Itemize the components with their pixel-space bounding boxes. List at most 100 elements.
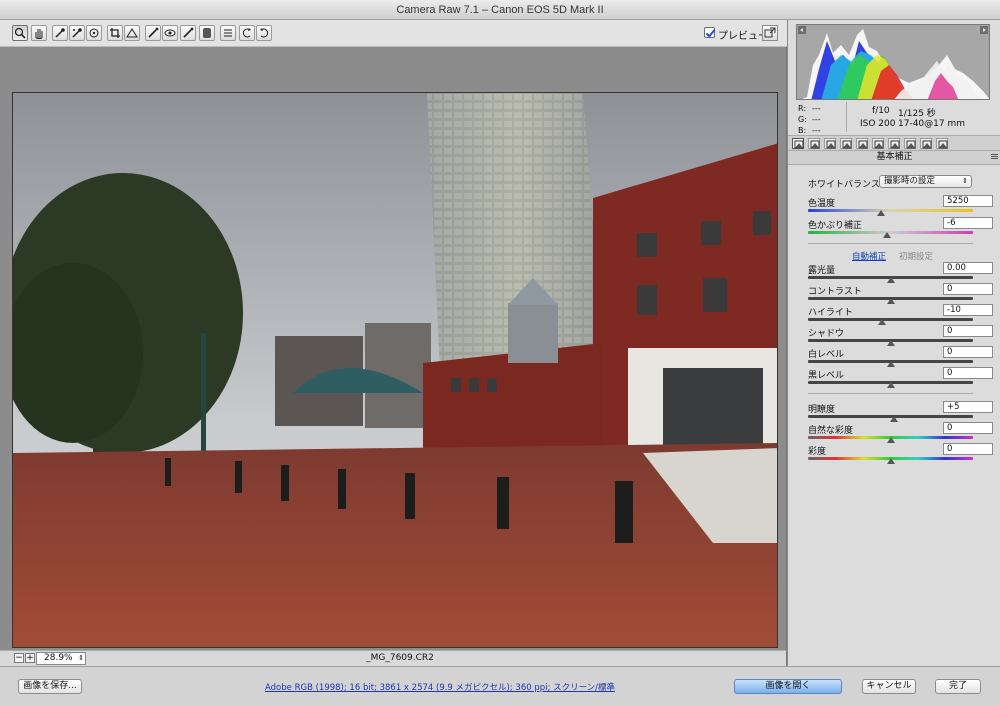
panel-menu-icon[interactable] <box>991 154 998 161</box>
shadow-clipping-toggle[interactable] <box>798 26 806 34</box>
panel-title: 基本補正 <box>788 151 1000 165</box>
hsl-icon <box>842 140 852 149</box>
basic-icon <box>794 140 804 149</box>
fullscreen-button[interactable] <box>762 25 778 41</box>
tab-camera-calibration[interactable] <box>904 138 916 149</box>
tab-tone-curve[interactable] <box>808 138 820 149</box>
adjustment-brush-tool[interactable] <box>180 25 196 41</box>
tab-detail[interactable] <box>824 138 836 149</box>
brush-icon <box>148 27 159 38</box>
slider-label: ハイライト <box>808 308 853 318</box>
default-link[interactable]: 初期設定 <box>899 250 933 262</box>
slider-thumb[interactable] <box>886 437 895 443</box>
preview-label: プレビュー <box>718 31 768 42</box>
slider-label: 彩度 <box>808 447 827 457</box>
sampler-icon <box>72 28 82 38</box>
slider-value-input[interactable]: 0 <box>943 422 993 434</box>
rgb-readout-row: B: --- <box>798 126 826 135</box>
gradient-icon <box>203 28 211 38</box>
red-eye-tool[interactable] <box>162 25 178 41</box>
tab-lens-corrections[interactable] <box>872 138 884 149</box>
tab-hsl[interactable] <box>840 138 852 149</box>
slider-row: ハイライト -10 <box>808 304 993 325</box>
tab-split-toning[interactable] <box>856 138 868 149</box>
white-balance-tool[interactable] <box>52 25 68 41</box>
slider-row: 自然な彩度 0 <box>808 422 993 443</box>
slider-value-input[interactable]: 0 <box>943 283 993 295</box>
tab-basic[interactable] <box>792 138 804 149</box>
stepper-arrows-icon: ⇕ <box>78 654 84 662</box>
slider-value-input[interactable]: 5250 <box>943 195 993 207</box>
hand-tool[interactable] <box>31 25 47 41</box>
eye-icon <box>164 29 176 37</box>
slider-label: 明瞭度 <box>808 405 836 415</box>
open-image-button[interactable]: 画像を開く <box>734 679 842 694</box>
cancel-button[interactable]: キャンセル <box>862 679 916 694</box>
slider-thumb[interactable] <box>889 416 898 422</box>
slider-value-input[interactable]: -6 <box>943 217 993 229</box>
slider-track[interactable] <box>808 209 973 212</box>
white-balance-select[interactable]: 撮影時の設定 ⇕ <box>879 175 972 188</box>
bottom-bar: 画像を保存... Adobe RGB (1998); 16 bit; 3861 … <box>0 666 1000 705</box>
spot-removal-tool[interactable] <box>145 25 161 41</box>
slider-value-input[interactable]: -10 <box>943 304 993 316</box>
crop-tool[interactable] <box>107 25 123 41</box>
slider-value-input[interactable]: 0 <box>943 443 993 455</box>
tab-effects[interactable] <box>888 138 900 149</box>
slider-thumb[interactable] <box>886 277 895 283</box>
section-divider <box>808 393 973 394</box>
window-title: Camera Raw 7.1 – Canon EOS 5D Mark II <box>0 0 1000 20</box>
tab-snapshots[interactable] <box>936 138 948 149</box>
done-button[interactable]: 完了 <box>935 679 981 694</box>
highlight-clipping-toggle[interactable] <box>980 26 988 34</box>
toolbar: プレビュー <box>0 20 787 47</box>
slider-thumb[interactable] <box>886 361 895 367</box>
image-canvas[interactable] <box>0 47 787 650</box>
rgb-channel-value: --- <box>812 126 821 135</box>
snapshots-icon <box>938 140 948 149</box>
slider-track[interactable] <box>808 318 973 321</box>
zoom-level-select[interactable]: 28.9% ⇕ <box>36 652 86 665</box>
preview-checkbox[interactable] <box>704 27 715 38</box>
slider-row: 色かぶり補正 -6 <box>808 217 993 238</box>
rgb-channel-value: --- <box>812 104 821 113</box>
slider-value-input[interactable]: 0 <box>943 367 993 379</box>
slider-thumb[interactable] <box>886 458 895 464</box>
rotate-left-icon <box>242 28 251 38</box>
color-sampler-tool[interactable] <box>69 25 85 41</box>
rotate-cw-tool[interactable] <box>256 25 272 41</box>
slider-value-input[interactable]: 0.00 <box>943 262 993 274</box>
histogram <box>796 24 990 100</box>
slider-label: 白レベル <box>808 350 845 360</box>
slider-thumb[interactable] <box>886 382 895 388</box>
slider-thumb[interactable] <box>878 319 887 325</box>
slider-label: コントラスト <box>808 287 862 297</box>
rotate-ccw-tool[interactable] <box>239 25 255 41</box>
slider-value-input[interactable]: 0 <box>943 346 993 358</box>
magnifier-icon <box>14 27 26 39</box>
meta-divider <box>846 102 847 132</box>
slider-value-input[interactable]: 0 <box>943 325 993 337</box>
graduated-filter-tool[interactable] <box>199 25 215 41</box>
zoom-out-button[interactable]: − <box>14 653 24 663</box>
slider-row: シャドウ 0 <box>808 325 993 346</box>
zoom-in-button[interactable]: + <box>25 653 35 663</box>
slider-value-input[interactable]: +5 <box>943 401 993 413</box>
slider-thumb[interactable] <box>883 232 892 238</box>
slider-row: 白レベル 0 <box>808 346 993 367</box>
target-adjustment-tool[interactable] <box>86 25 102 41</box>
slider-thumb[interactable] <box>886 340 895 346</box>
tab-presets[interactable] <box>920 138 932 149</box>
slider-label: シャドウ <box>808 329 845 339</box>
photo-preview <box>12 92 778 648</box>
auto-link[interactable]: 自動補正 <box>852 250 886 262</box>
panel-title-text: 基本補正 <box>876 152 913 162</box>
preferences-tool[interactable] <box>220 25 236 41</box>
fullscreen-icon <box>764 27 776 38</box>
save-image-button[interactable]: 画像を保存... <box>18 679 82 694</box>
slider-thumb[interactable] <box>886 298 895 304</box>
straighten-tool[interactable] <box>124 25 140 41</box>
zoom-tool[interactable] <box>12 25 28 41</box>
workflow-options-link[interactable]: Adobe RGB (1998); 16 bit; 3861 x 2574 (9… <box>180 681 700 693</box>
slider-thumb[interactable] <box>876 210 885 216</box>
